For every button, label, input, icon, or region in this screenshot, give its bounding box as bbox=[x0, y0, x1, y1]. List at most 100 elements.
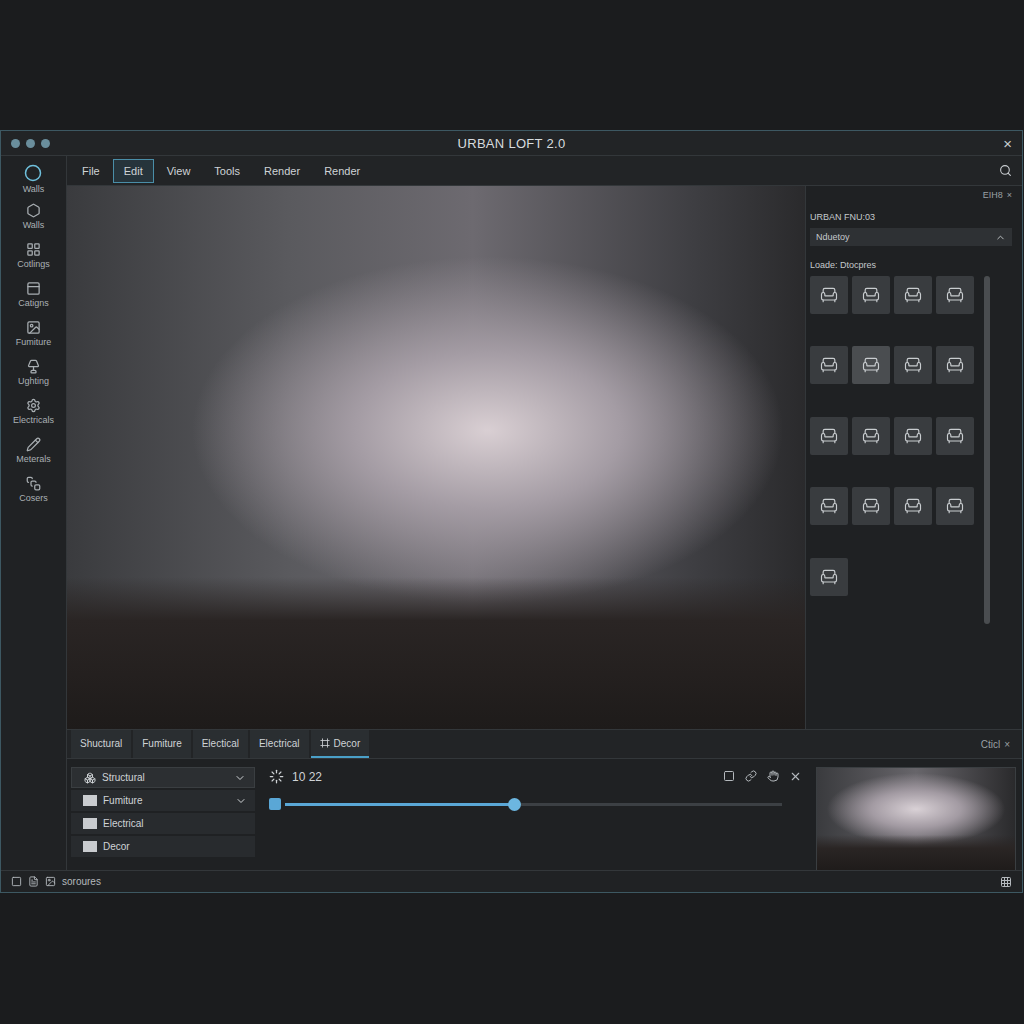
sidebar-item[interactable]: Electricals bbox=[13, 398, 54, 432]
armchair-icon bbox=[945, 285, 965, 305]
layer-label: Structural bbox=[102, 772, 228, 783]
armchair-icon bbox=[945, 355, 965, 375]
tab-label: Fumiture bbox=[142, 738, 181, 749]
layer-list: Structural FumitureElectricalDecor bbox=[71, 767, 255, 866]
menu-item[interactable]: Tools bbox=[203, 159, 251, 183]
library-tile[interactable] bbox=[810, 487, 848, 525]
layer-checkbox[interactable] bbox=[83, 841, 97, 852]
library-tile[interactable] bbox=[810, 276, 848, 314]
window-dot[interactable] bbox=[41, 139, 50, 148]
status-text: soroures bbox=[62, 876, 101, 887]
start-marker bbox=[269, 798, 281, 810]
armchair-icon bbox=[903, 355, 923, 375]
search-icon[interactable] bbox=[999, 164, 1012, 177]
image-icon[interactable] bbox=[45, 876, 56, 887]
armchair-icon bbox=[945, 496, 965, 516]
library-tile[interactable] bbox=[810, 346, 848, 384]
square-icon[interactable] bbox=[723, 770, 735, 782]
link-icon[interactable] bbox=[745, 770, 757, 782]
menu-item[interactable]: Render bbox=[313, 159, 371, 183]
armchair-icon bbox=[903, 426, 923, 446]
bottom-tab[interactable]: Decor bbox=[311, 730, 370, 758]
window-dot[interactable] bbox=[11, 139, 20, 148]
panel-header-label: ΕΙΗ8 bbox=[983, 190, 1003, 200]
tab-label: Electrical bbox=[259, 738, 300, 749]
armchair-icon bbox=[819, 355, 839, 375]
workspace: ΕΙΗ8×URBAN FNU:03NduetoyLoade: Dtocpres bbox=[67, 186, 1022, 729]
library-tile[interactable] bbox=[810, 558, 848, 596]
category-dropdown[interactable]: Nduetoy bbox=[810, 228, 1012, 246]
library-tile[interactable] bbox=[852, 487, 890, 525]
layer-checkbox[interactable] bbox=[83, 795, 97, 806]
file-icon[interactable] bbox=[28, 876, 39, 887]
layer-row[interactable]: Fumiture bbox=[71, 790, 255, 811]
slider-track[interactable] bbox=[285, 803, 782, 806]
sidebar-item[interactable]: Walls bbox=[23, 203, 45, 237]
layer-row[interactable]: Electrical bbox=[71, 813, 255, 834]
main-column: FileEditViewToolsRenderRenderΕΙΗ8×URBAN … bbox=[67, 156, 1022, 870]
bottom-tabs: Shuctural Fumiture Electical Electrical Deco… bbox=[67, 729, 1022, 759]
timeline: 10 22 bbox=[269, 767, 802, 866]
library-tile[interactable] bbox=[810, 417, 848, 455]
bottom-tab[interactable]: Electrical bbox=[250, 730, 309, 758]
library-tile[interactable] bbox=[852, 276, 890, 314]
library-tile[interactable] bbox=[894, 417, 932, 455]
library-title: URBAN FNU:03 bbox=[810, 212, 1012, 222]
armchair-icon bbox=[819, 426, 839, 446]
sidebar-item[interactable]: Fumiture bbox=[16, 320, 52, 354]
menu-item[interactable]: Render bbox=[253, 159, 311, 183]
panel-header: ΕΙΗ8 × bbox=[810, 190, 1012, 200]
sidebar-item[interactable]: Meterals bbox=[16, 437, 51, 471]
layers-icon bbox=[84, 772, 96, 784]
menu-item[interactable]: File bbox=[71, 159, 111, 183]
slider-knob[interactable] bbox=[508, 798, 521, 811]
library-tile[interactable] bbox=[894, 487, 932, 525]
armchair-icon bbox=[819, 285, 839, 305]
library-tile[interactable] bbox=[894, 276, 932, 314]
library-tile[interactable] bbox=[936, 276, 974, 314]
chevron-up-icon bbox=[995, 232, 1006, 243]
sidebar-label: Ughting bbox=[18, 376, 49, 386]
bottom-content: Structural FumitureElectricalDecor 10 22 bbox=[67, 759, 1022, 870]
layer-checkbox[interactable] bbox=[83, 818, 97, 829]
grid-icon[interactable] bbox=[1000, 876, 1012, 888]
app-window: URBAN LOFT 2.0× Walls Walls Cotlings Catigns… bbox=[0, 130, 1023, 893]
render-thumbnail[interactable] bbox=[816, 767, 1016, 872]
layer-row[interactable]: Decor bbox=[71, 836, 255, 857]
bottom-tab[interactable]: Electical bbox=[193, 730, 248, 758]
library-tile[interactable] bbox=[936, 346, 974, 384]
menu-item[interactable]: View bbox=[156, 159, 202, 183]
layer-row[interactable]: Structural bbox=[71, 767, 255, 788]
timeline-tools bbox=[723, 770, 802, 783]
library-tile[interactable] bbox=[852, 417, 890, 455]
hand-icon[interactable] bbox=[767, 770, 779, 782]
library-tile[interactable] bbox=[936, 487, 974, 525]
render-viewport[interactable] bbox=[67, 186, 805, 729]
bottom-tab[interactable]: Fumiture bbox=[133, 730, 190, 758]
bottom-panel-close[interactable]: × bbox=[1004, 739, 1010, 750]
square-icon[interactable] bbox=[11, 876, 22, 887]
bottom-panel-header: Cticl× bbox=[981, 730, 1022, 758]
library-tile[interactable] bbox=[852, 346, 890, 384]
dropdown-value: Nduetoy bbox=[816, 232, 850, 242]
tool-icon bbox=[26, 398, 41, 413]
close-button[interactable]: × bbox=[932, 135, 1012, 152]
sidebar-item[interactable]: Cotlings bbox=[17, 242, 50, 276]
scrollbar[interactable] bbox=[984, 276, 990, 624]
tab-label: Electical bbox=[202, 738, 239, 749]
bottom-tab[interactable]: Shuctural bbox=[71, 730, 131, 758]
sidebar-item[interactable]: Cosers bbox=[19, 476, 48, 510]
armchair-icon bbox=[903, 285, 923, 305]
sidebar-item[interactable]: Catigns bbox=[18, 281, 49, 315]
title-bar: URBAN LOFT 2.0× bbox=[1, 131, 1022, 156]
close-icon[interactable] bbox=[789, 770, 802, 783]
menu-bar: FileEditViewToolsRenderRender bbox=[67, 156, 1022, 186]
menu-item[interactable]: Edit bbox=[113, 159, 154, 183]
library-tile[interactable] bbox=[936, 417, 974, 455]
sidebar-item[interactable]: Walls bbox=[23, 164, 45, 198]
library-tile[interactable] bbox=[894, 346, 932, 384]
sidebar-item[interactable]: Ughting bbox=[18, 359, 49, 393]
status-bar: soroures bbox=[1, 870, 1022, 892]
window-dot[interactable] bbox=[26, 139, 35, 148]
panel-close-button[interactable]: × bbox=[1007, 190, 1012, 200]
